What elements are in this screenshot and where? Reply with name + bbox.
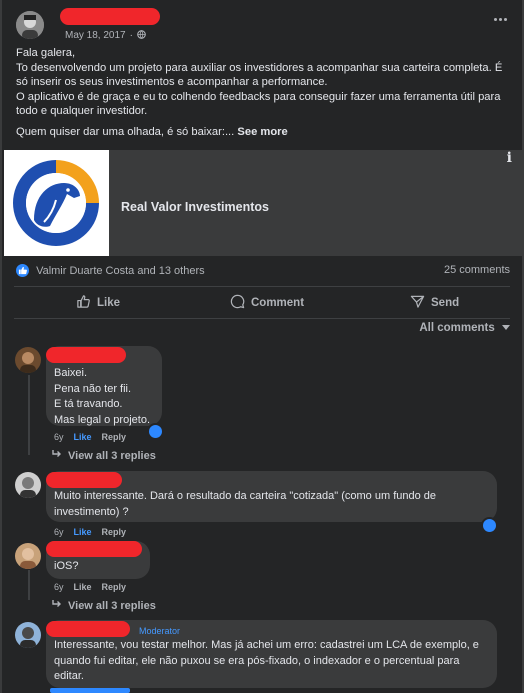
info-icon[interactable]: i	[507, 150, 512, 166]
post-paragraph-3-row: Quem quiser dar uma olhada, é só baixar:…	[16, 125, 516, 140]
comment-text: Interessante, vou testar melhor. Mas já …	[54, 639, 479, 682]
comments-count[interactable]: 25 comments	[444, 264, 510, 276]
like-action-label: Like	[97, 297, 121, 309]
post-body: Fala galera, To desenvolvendo um projeto…	[16, 46, 516, 140]
app-logo	[4, 150, 109, 256]
truncated-link-preview	[50, 688, 130, 693]
comment-text-line: Mas legal o projeto.	[54, 413, 150, 426]
like-action-button[interactable]: Like	[76, 294, 120, 312]
thread-line	[28, 570, 30, 600]
like-reaction-icon[interactable]	[147, 423, 164, 440]
commenter-avatar[interactable]	[15, 543, 41, 569]
like-reaction-icon[interactable]	[16, 264, 29, 277]
post-greeting: Fala galera,	[16, 47, 76, 59]
globe-icon	[137, 26, 146, 44]
divider-bottom	[14, 318, 510, 319]
comment-text: iOS?	[54, 560, 79, 572]
see-more-link[interactable]: See more	[237, 126, 287, 138]
caret-down-icon	[502, 325, 510, 330]
author-name-redacted[interactable]	[60, 8, 160, 25]
comment-action-button[interactable]: Comment	[230, 294, 304, 312]
reactions-row: Valmir Duarte Costa and 13 others 25 com…	[16, 264, 510, 278]
post-timestamp[interactable]: May 18, 2017	[65, 30, 126, 41]
post-paragraph-3: Quem quiser dar uma olhada, é só baixar:…	[16, 125, 235, 138]
commenter-name-redacted[interactable]	[46, 472, 122, 488]
view-replies-link[interactable]: View all 3 replies	[52, 599, 156, 612]
thumbs-up-icon	[76, 294, 91, 312]
commenter-name-redacted[interactable]	[46, 541, 142, 557]
post-paragraph-2: O aplicativo é de graça e eu to colhendo…	[16, 90, 501, 118]
like-reaction-icon[interactable]	[481, 517, 498, 534]
comment-like-link[interactable]: Like	[74, 527, 92, 537]
comment-bubble-icon	[230, 294, 245, 312]
comment-meta: 6y Like Reply	[54, 582, 126, 592]
comment-text-line: Baixei.	[54, 367, 88, 379]
commenter-avatar[interactable]	[15, 622, 41, 648]
comment-meta: 6y Like Reply	[54, 432, 126, 442]
comment-age[interactable]: 6y	[54, 432, 64, 442]
send-action-label: Send	[431, 297, 460, 309]
comment-meta: 6y Like Reply	[54, 527, 126, 537]
view-replies-label: View all 3 replies	[68, 599, 156, 612]
commenter-avatar[interactable]	[15, 472, 41, 498]
view-replies-label: View all 3 replies	[68, 449, 156, 462]
comment-like-link[interactable]: Like	[74, 582, 92, 592]
link-preview-title[interactable]: Real Valor Investimentos	[121, 200, 269, 214]
author-avatar[interactable]	[16, 11, 44, 39]
post-card: May 18, 2017 · Fala galera, To desenvolv…	[0, 0, 524, 693]
post-meta: May 18, 2017 ·	[65, 26, 146, 44]
comment-like-link[interactable]: Like	[74, 432, 92, 442]
comment-text-line: E tá travando.	[54, 398, 123, 410]
comment-reply-link[interactable]: Reply	[102, 582, 127, 592]
comment-age[interactable]: 6y	[54, 582, 64, 592]
view-replies-link[interactable]: View all 3 replies	[52, 449, 156, 462]
reply-arrow-icon	[52, 599, 62, 612]
commenter-name-redacted[interactable]	[46, 347, 126, 363]
comment-sort-label: All comments	[419, 322, 495, 334]
comment-sort-dropdown[interactable]: All comments	[419, 322, 510, 334]
comment-action-label: Comment	[251, 297, 305, 309]
comment-age[interactable]: 6y	[54, 527, 64, 537]
comment-text-line: Pena não ter fii.	[54, 382, 132, 395]
link-preview[interactable]: Real Valor Investimentos i	[4, 150, 522, 256]
send-action-button[interactable]: Send	[410, 294, 459, 312]
comment-reply-link[interactable]: Reply	[102, 527, 127, 537]
reply-arrow-icon	[52, 449, 62, 462]
thread-line	[28, 375, 30, 455]
moderator-badge: Moderator	[139, 626, 181, 636]
commenter-avatar[interactable]	[15, 347, 41, 373]
post-paragraph-1: To desenvolvendo um projeto para auxilia…	[16, 61, 503, 89]
more-options-icon[interactable]	[494, 14, 508, 24]
divider-top	[14, 286, 510, 287]
comment-text: Muito interessante. Dará o resultado da …	[54, 490, 437, 518]
meta-dot: ·	[129, 29, 133, 41]
send-icon	[410, 294, 425, 312]
commenter-name-redacted[interactable]	[46, 621, 130, 637]
comment-reply-link[interactable]: Reply	[102, 432, 127, 442]
reactions-summary[interactable]: Valmir Duarte Costa and 13 others	[36, 265, 205, 277]
